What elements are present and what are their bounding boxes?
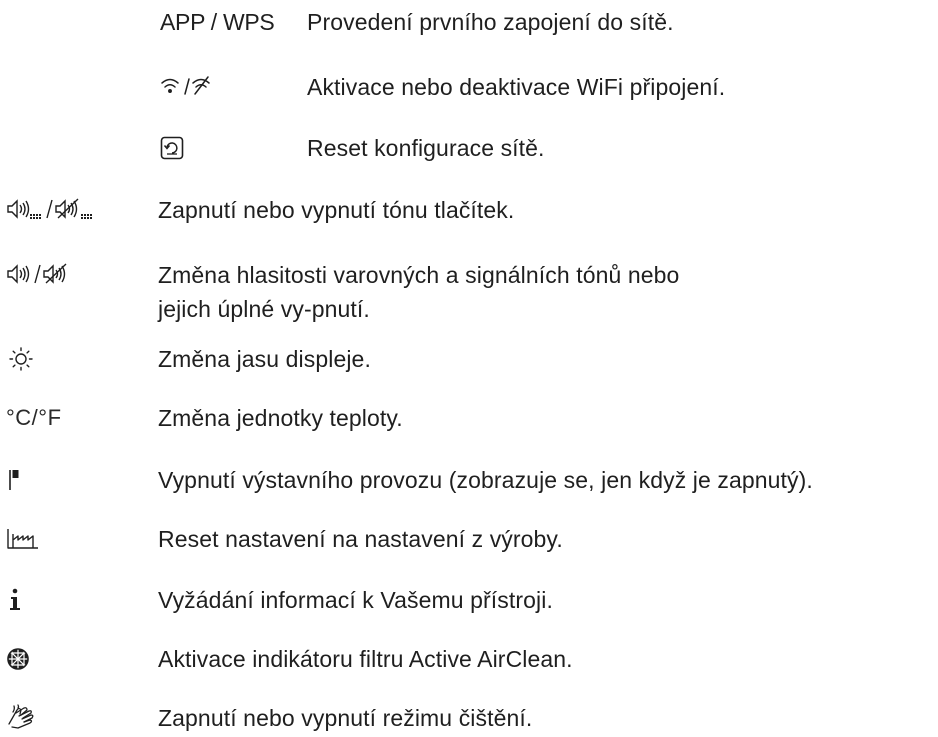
setting-description: Změna jasu displeje. [158,346,371,372]
setting-description: Vyžádání informací k Vašemu přístroji. [158,587,553,613]
active-airclean-filter-icon [6,642,30,676]
setting-description: Aktivace indikátoru filtru Active AirCle… [158,646,573,672]
setting-description: Aktivace nebo deaktivace WiFi připojení. [307,74,726,100]
setting-description: Reset konfigurace sítě. [307,135,545,161]
network-reset-icon [160,131,184,165]
wifi-on-off-icon [160,70,210,104]
cleaning-mode-icon [6,701,40,735]
brightness-icon [8,342,34,376]
setting-description: Vypnutí výstavního provozu (zobrazuje se… [158,467,813,493]
setting-description: Provedení prvního zapojení do sítě. [307,9,674,35]
setting-description: Zapnutí nebo vypnutí tónu tlačítek. [158,197,515,223]
factory-reset-icon [6,522,40,556]
keypad-tone-on-off-icon [6,193,124,227]
volume-on-off-icon [6,258,86,292]
setting-description: Zapnutí nebo vypnutí režimu čištění. [158,705,533,731]
info-icon [8,583,24,617]
demo-mode-icon [8,463,22,497]
app-wps-label: APP / WPS [160,8,275,35]
setting-description: Reset nastavení na nastavení z výroby. [158,526,563,552]
temperature-unit-label: °C/°F [6,405,62,430]
setting-description: Změna jednotky teploty. [158,405,403,431]
setting-description: Změna hlasitosti varovných a signálních … [158,262,680,322]
